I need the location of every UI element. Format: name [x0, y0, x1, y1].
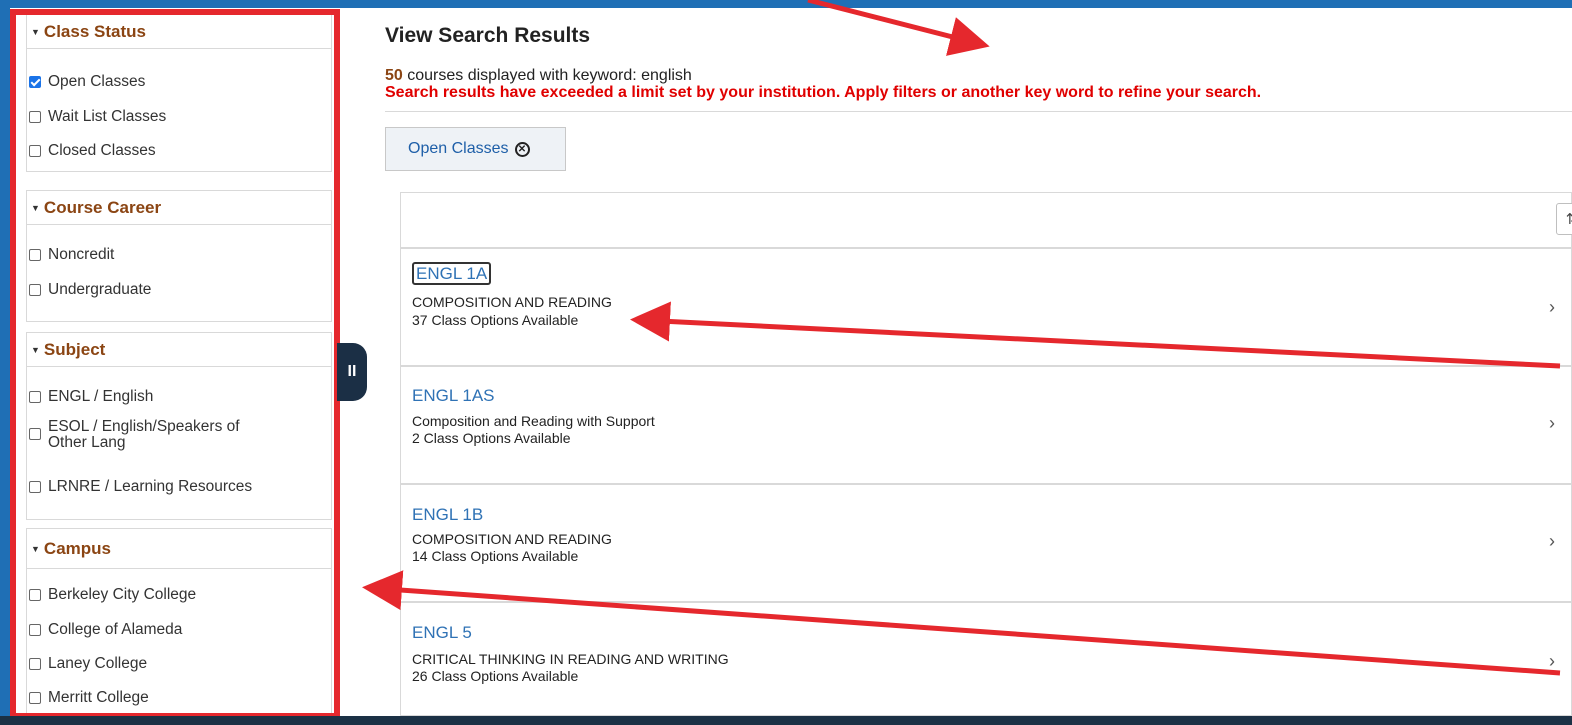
filter-option-label: Open Classes — [48, 73, 146, 90]
checkbox[interactable] — [29, 76, 41, 88]
filter-option-alameda[interactable]: College of Alameda — [27, 621, 182, 639]
sort-button[interactable]: ⇅ — [1556, 203, 1572, 235]
results-count: 50 courses displayed with keyword: engli… — [385, 67, 692, 85]
filter-group-class-status: ▼ Class Status Open Classes Wait List Cl… — [26, 14, 332, 172]
filter-option-label: Noncredit — [48, 246, 115, 263]
filter-group-header[interactable]: ▼ Campus — [27, 529, 331, 569]
course-code-link[interactable]: ENGL 1A — [412, 262, 492, 285]
filter-option-label: Merritt College — [48, 689, 149, 706]
checkbox[interactable] — [29, 391, 41, 403]
caret-down-icon: ▼ — [31, 202, 40, 213]
filter-option-label: Laney College — [48, 655, 148, 672]
checkbox[interactable] — [29, 284, 41, 296]
window-top-border — [0, 0, 1572, 8]
filter-group-title: Subject — [43, 339, 106, 359]
page-title: View Search Results — [385, 24, 591, 47]
active-filter-label: Open Classes — [408, 140, 509, 157]
course-availability: 2 Class Options Available — [412, 430, 571, 446]
filter-group-title: Course Career — [43, 197, 162, 217]
filter-option-label: ESOL / English/Speakers of Other Lang — [48, 418, 240, 451]
filter-group-header[interactable]: ▼ Class Status — [27, 15, 331, 49]
window-left-border — [0, 0, 10, 725]
chevron-right-icon[interactable]: › — [1549, 531, 1555, 552]
results-count-number: 50 — [385, 67, 403, 84]
sort-bar: ⇅ — [400, 192, 1572, 248]
filter-option-closed-classes[interactable]: Closed Classes — [27, 142, 156, 160]
remove-filter-icon[interactable]: ✕ — [514, 141, 530, 157]
sort-icon: ⇅ — [1565, 211, 1572, 228]
filter-option-label: Berkeley City College — [48, 586, 197, 603]
course-code: ENGL 1A — [412, 262, 492, 285]
course-code-link[interactable]: ENGL 1AS — [412, 386, 495, 406]
chevron-right-icon[interactable]: › — [1549, 297, 1555, 318]
checkbox[interactable] — [29, 624, 41, 636]
checkbox[interactable] — [29, 692, 41, 704]
filter-option-laney[interactable]: Laney College — [27, 655, 147, 673]
divider — [385, 111, 1572, 112]
course-availability: 37 Class Options Available — [412, 312, 579, 328]
filter-option-berkeley[interactable]: Berkeley City College — [27, 586, 196, 604]
course-row[interactable]: ENGL 1A COMPOSITION AND READING 37 Class… — [400, 248, 1572, 366]
course-title: Composition and Reading with Support — [412, 413, 655, 429]
filter-option-label: LRNRE / Learning Resources — [48, 478, 253, 495]
checkbox[interactable] — [29, 145, 41, 157]
checkbox[interactable] — [29, 249, 41, 261]
course-availability: 26 Class Options Available — [412, 668, 579, 684]
filter-group-campus: ▼ Campus Berkeley City College College o… — [26, 528, 332, 720]
filter-option-noncredit[interactable]: Noncredit — [27, 246, 114, 264]
active-filter-chip[interactable]: Open Classes ✕ — [385, 127, 566, 171]
filter-option-open-classes[interactable]: Open Classes — [27, 73, 145, 91]
window-bottom-border — [0, 716, 1572, 725]
filter-option-label: Closed Classes — [48, 142, 156, 159]
filter-group-course-career: ▼ Course Career Noncredit Undergraduate — [26, 190, 332, 322]
caret-down-icon: ▼ — [31, 344, 40, 355]
filter-option-engl[interactable]: ENGL / English — [27, 388, 153, 406]
filter-group-title: Class Status — [43, 21, 146, 41]
filter-option-merritt[interactable]: Merritt College — [27, 689, 149, 707]
checkbox[interactable] — [29, 481, 41, 493]
course-code-link[interactable]: ENGL 5 — [412, 623, 472, 643]
course-row[interactable]: ENGL 1AS Composition and Reading with Su… — [400, 366, 1572, 484]
course-row[interactable]: ENGL 1B COMPOSITION AND READING 14 Class… — [400, 484, 1572, 602]
caret-down-icon: ▼ — [31, 26, 40, 37]
caret-down-icon: ▼ — [31, 543, 40, 554]
checkbox[interactable] — [29, 589, 41, 601]
pause-icon: II — [347, 363, 357, 380]
filter-option-undergraduate[interactable]: Undergraduate — [27, 281, 151, 299]
sidebar-collapse-handle[interactable]: II — [337, 343, 367, 401]
filter-sidebar: ▼ Class Status Open Classes Wait List Cl… — [12, 10, 339, 720]
course-title: CRITICAL THINKING IN READING AND WRITING — [412, 651, 729, 667]
course-title: COMPOSITION AND READING — [412, 294, 612, 310]
course-title: COMPOSITION AND READING — [412, 531, 612, 547]
course-availability: 14 Class Options Available — [412, 548, 579, 564]
course-row[interactable]: ENGL 5 CRITICAL THINKING IN READING AND … — [400, 602, 1572, 716]
checkbox[interactable] — [29, 658, 41, 670]
filter-option-wait-list[interactable]: Wait List Classes — [27, 108, 166, 126]
filter-group-subject: ▼ Subject ENGL / English ESOL / English/… — [26, 332, 332, 520]
filter-group-header[interactable]: ▼ Course Career — [27, 191, 331, 225]
checkbox[interactable] — [29, 428, 41, 440]
filter-group-title: Campus — [43, 538, 111, 558]
filter-option-label: ENGL / English — [48, 388, 154, 405]
chevron-right-icon[interactable]: › — [1549, 651, 1555, 672]
checkbox[interactable] — [29, 111, 41, 123]
filter-group-header[interactable]: ▼ Subject — [27, 333, 331, 367]
filter-option-esol[interactable]: ESOL / English/Speakers of Other Lang — [27, 419, 277, 451]
filter-option-label: Undergraduate — [48, 281, 152, 298]
filter-option-lrnre[interactable]: LRNRE / Learning Resources — [27, 478, 252, 496]
filter-option-label: Wait List Classes — [48, 108, 167, 125]
course-code-link[interactable]: ENGL 1B — [412, 505, 483, 525]
results-count-text: courses displayed with keyword: english — [402, 67, 692, 84]
filter-option-label: College of Alameda — [48, 621, 183, 638]
chevron-right-icon[interactable]: › — [1549, 413, 1555, 434]
results-limit-warning: Search results have exceeded a limit set… — [385, 84, 1262, 101]
